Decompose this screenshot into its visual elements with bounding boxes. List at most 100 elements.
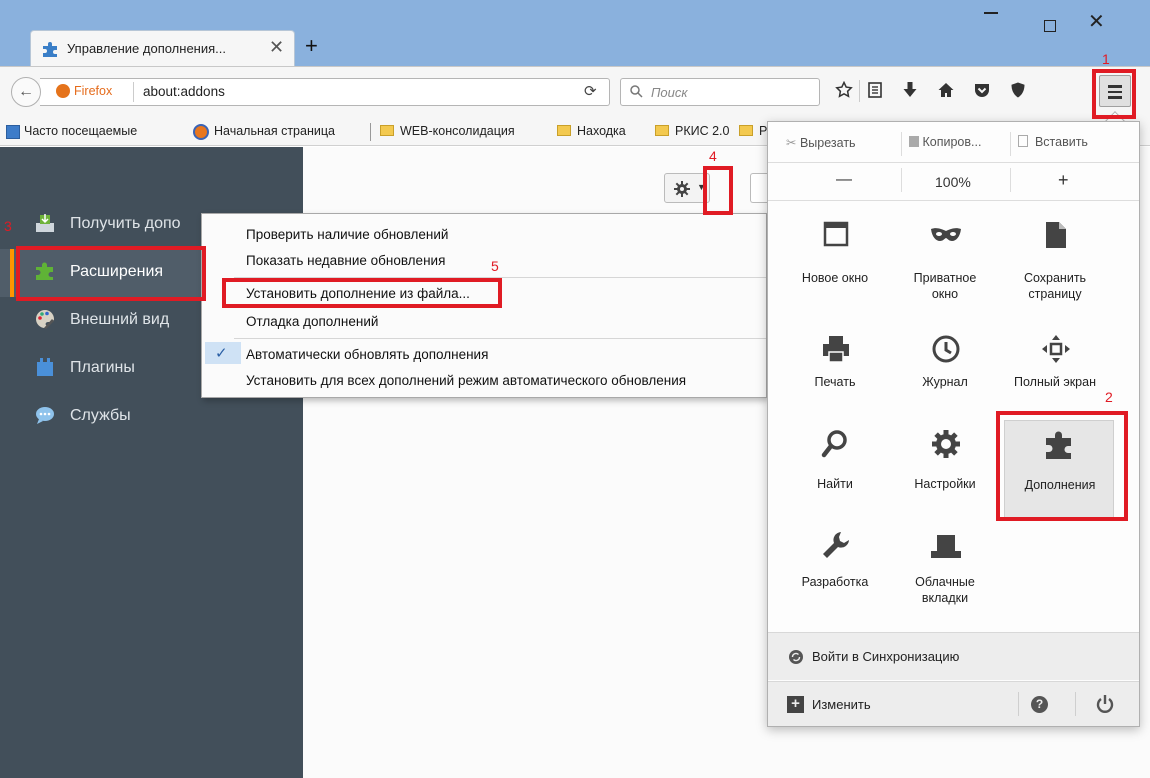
save-page-icon	[1046, 222, 1066, 248]
print-icon	[823, 336, 849, 363]
cut-button[interactable]: ✂ Вырезать	[786, 135, 856, 150]
menu-separator	[234, 338, 766, 339]
history-clock-icon	[932, 335, 960, 363]
bookmark-r[interactable]: Р	[739, 124, 767, 138]
maximize-icon[interactable]	[1044, 20, 1056, 32]
window-close-icon[interactable]: ✕	[1088, 12, 1105, 32]
folder-icon	[655, 125, 669, 136]
synced-tabs-icon	[931, 535, 961, 558]
search-icon	[630, 85, 643, 98]
new-window-icon	[823, 221, 849, 247]
copy-button[interactable]: Копиров...	[909, 135, 981, 149]
tab-addons-manager[interactable]: Управление дополнения... ✕	[30, 30, 295, 66]
zoom-divider	[901, 168, 902, 192]
tab-close-icon[interactable]: ✕	[269, 37, 284, 58]
private-mask-icon	[931, 228, 961, 241]
sync-row[interactable]: Войти в Синхронизацию	[768, 632, 1139, 680]
copy-icon	[909, 136, 919, 147]
category-label: Получить допо	[70, 215, 181, 232]
navigation-toolbar: Firefox about:addons ⟳ ← Поиск	[0, 66, 1150, 118]
category-label: Внешний вид	[70, 311, 170, 328]
back-arrow-icon: ←	[18, 83, 34, 100]
url-text[interactable]: about:addons	[143, 84, 225, 99]
category-services[interactable]: Службы	[0, 393, 303, 441]
pocket-icon[interactable]	[973, 81, 991, 99]
shield-extension-icon[interactable]	[1009, 81, 1027, 99]
menu-recent-updates[interactable]: Показать недавние обновления	[246, 253, 445, 268]
paste-icon	[1018, 135, 1028, 147]
menu-debug-addons[interactable]: Отладка дополнений	[246, 314, 378, 329]
developer-wrench-icon	[823, 532, 849, 558]
edit-divider	[901, 132, 902, 156]
tile-label: Сохранить страницу	[1023, 271, 1087, 301]
bookmark-label: WEB-консолидация	[400, 124, 515, 138]
tile-synced-tabs[interactable]: Облачные вкладки	[900, 530, 990, 620]
tile-new-window[interactable]: Новое окно	[790, 220, 880, 310]
bookmark-label: РКИС 2.0	[675, 124, 730, 138]
url-bar[interactable]: Firefox about:addons ⟳	[40, 78, 610, 106]
search-placeholder: Поиск	[651, 85, 688, 100]
tab-title: Управление дополнения...	[67, 41, 226, 56]
bookmark-label: Находка	[577, 124, 626, 138]
annotation-box-extensions	[16, 246, 206, 301]
tile-find[interactable]: Найти	[790, 428, 880, 518]
firefox-identity-icon	[56, 84, 70, 98]
zoom-reset-value[interactable]: 100%	[935, 174, 971, 190]
tile-save-page[interactable]: Сохранить страницу	[1010, 220, 1100, 310]
quit-power-icon[interactable]	[1096, 694, 1114, 714]
customize-plus-icon: +	[787, 696, 804, 713]
firefox-logo-icon	[193, 124, 209, 140]
annotation-number: 4	[709, 148, 717, 164]
bookmark-start-page[interactable]: Начальная страница	[214, 124, 335, 138]
minimize-icon[interactable]	[984, 12, 998, 14]
bookmark-rkis[interactable]: РКИС 2.0	[655, 124, 729, 138]
reload-icon[interactable]: ⟳	[584, 82, 597, 100]
help-icon[interactable]: ?	[1031, 696, 1048, 713]
tile-label: Разработка	[801, 575, 869, 589]
most-visited-icon	[6, 125, 20, 139]
tile-label: Журнал	[922, 375, 968, 389]
bookmarks-menu-icon[interactable]	[866, 81, 884, 99]
bookmark-star-icon[interactable]	[835, 81, 853, 99]
bookmark-most-visited[interactable]: Часто посещаемые	[24, 124, 137, 138]
folder-icon	[380, 125, 394, 136]
tile-print[interactable]: Печать	[790, 334, 880, 424]
footer-divider	[1018, 692, 1019, 716]
bookmark-divider	[370, 123, 371, 141]
tile-label: Печать	[814, 375, 856, 389]
get-addons-icon	[36, 214, 54, 232]
zoom-in-button[interactable]: +	[1058, 170, 1069, 191]
download-icon[interactable]	[902, 81, 918, 99]
new-tab-button[interactable]: +	[305, 33, 318, 59]
zoom-divider	[1010, 168, 1011, 192]
tile-label: Новое окно	[801, 271, 869, 285]
panel-separator	[768, 162, 1139, 163]
puzzle-icon	[43, 42, 57, 57]
bookmark-nakhodka[interactable]: Находка	[557, 124, 626, 138]
search-input[interactable]: Поиск	[620, 78, 820, 106]
sync-label: Войти в Синхронизацию	[812, 649, 960, 664]
tile-label: Настройки	[914, 477, 976, 491]
paste-button[interactable]: Вставить	[1018, 135, 1088, 149]
tile-private-window[interactable]: Приватное окно	[900, 220, 990, 310]
zoom-out-button[interactable]: —	[836, 171, 852, 189]
toolbar-divider	[859, 80, 860, 102]
tile-settings[interactable]: Настройки	[900, 428, 990, 518]
home-icon[interactable]	[937, 81, 955, 99]
menu-check-updates[interactable]: Проверить наличие обновлений	[246, 227, 448, 242]
bookmark-web-consolidation[interactable]: WEB-консолидация	[380, 124, 515, 138]
fullscreen-icon	[1042, 335, 1070, 363]
services-chat-icon	[36, 407, 54, 424]
customize-button[interactable]: Изменить	[812, 697, 871, 712]
menu-reset-auto-update[interactable]: Установить для всех дополнений режим авт…	[246, 373, 686, 388]
menu-auto-update[interactable]: Автоматически обновлять дополнения	[246, 347, 488, 362]
tile-developer[interactable]: Разработка	[790, 530, 880, 620]
appearance-palette-icon	[36, 310, 54, 329]
cut-scissors-icon: ✂	[786, 136, 797, 150]
checkmark-icon: ✓	[215, 345, 228, 362]
back-button[interactable]: ←	[11, 77, 41, 107]
annotation-box-addons	[996, 411, 1128, 521]
panel-separator	[768, 200, 1139, 201]
folder-icon	[557, 125, 571, 136]
tile-history[interactable]: Журнал	[900, 334, 990, 424]
